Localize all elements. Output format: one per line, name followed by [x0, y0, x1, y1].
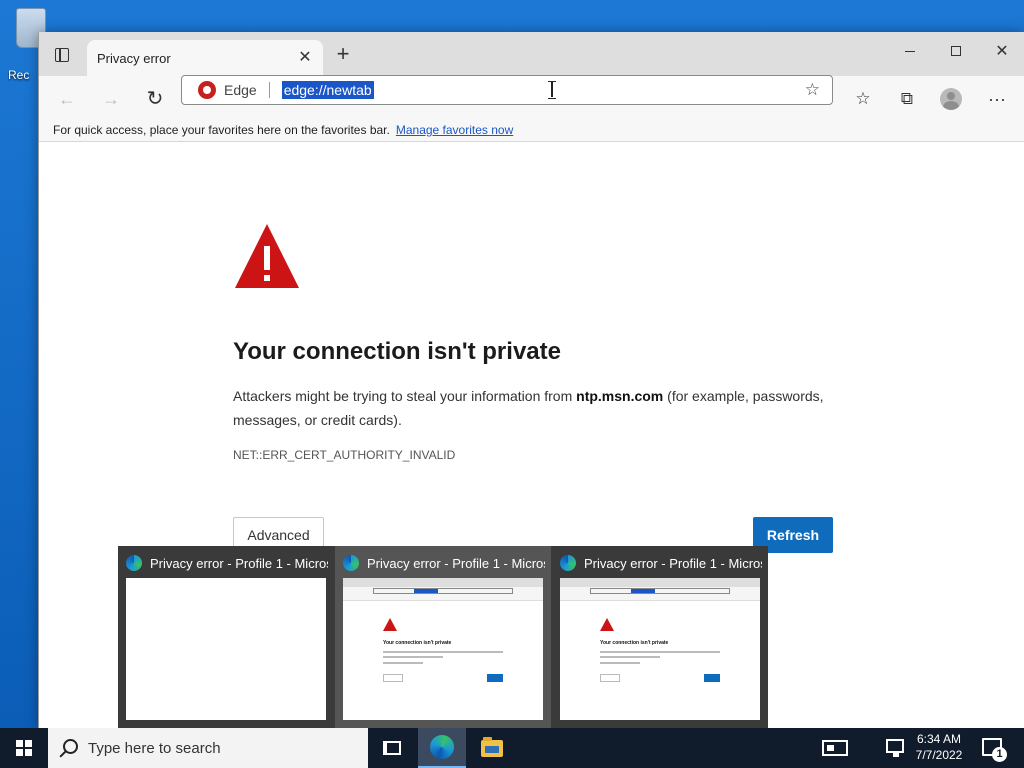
- edge-icon: [126, 555, 142, 571]
- favorites-bar: For quick access, place your favorites h…: [39, 120, 1024, 142]
- edge-logo-icon: [198, 81, 216, 99]
- edge-icon: [560, 555, 576, 571]
- clock-time: 6:34 AM: [916, 732, 962, 746]
- profile-icon[interactable]: [939, 87, 963, 111]
- thumbnail-page-title: Your connection isn't private: [383, 640, 452, 646]
- recycle-bin-label: Rec: [8, 68, 30, 82]
- window-close-icon[interactable]: ✕: [980, 38, 1024, 64]
- manage-favorites-link[interactable]: Manage favorites now: [396, 123, 513, 137]
- taskbar-search[interactable]: Type here to search: [48, 728, 368, 768]
- file-explorer-icon: [481, 736, 503, 757]
- address-separator: [268, 82, 270, 98]
- thumbnail-header: Privacy error - Profile 1 - Micros...: [560, 554, 762, 572]
- refresh-icon[interactable]: ↻: [141, 85, 169, 113]
- warning-icon: [600, 618, 614, 631]
- close-icon[interactable]: ✕: [295, 48, 315, 68]
- title-bar: Privacy error ✕ + ✕: [39, 32, 1024, 76]
- favorites-bar-message: For quick access, place your favorites h…: [53, 123, 390, 137]
- favorites-icon[interactable]: ☆: [851, 87, 875, 111]
- thumbnail-window-2[interactable]: Privacy error - Profile 1 - Micros... Yo…: [335, 546, 551, 728]
- clock[interactable]: 6:34 AM 7/7/2022: [908, 731, 970, 763]
- forward-arrow-icon[interactable]: →: [97, 85, 125, 113]
- file-explorer-button[interactable]: [468, 728, 516, 768]
- plus-icon[interactable]: +: [331, 42, 355, 66]
- url-text[interactable]: edge://newtab: [281, 81, 374, 99]
- news-icon[interactable]: [822, 740, 848, 756]
- thumbnail-window-3[interactable]: Privacy error - Profile 1 - Micros... Yo…: [552, 546, 768, 728]
- thumbnail-preview: [126, 578, 326, 720]
- error-host: ntp.msn.com: [576, 388, 664, 404]
- thumbnail-page-title: Your connection isn't private: [600, 640, 669, 646]
- start-button[interactable]: [0, 728, 48, 768]
- clock-date: 7/7/2022: [915, 748, 963, 762]
- thumbnail-window-1[interactable]: Privacy error - Profile 1 - Micros...: [118, 546, 334, 728]
- task-view-button[interactable]: [368, 728, 416, 768]
- tab-title: Privacy error: [97, 50, 171, 66]
- back-arrow-icon[interactable]: ←: [53, 85, 81, 113]
- thumbnail-title: Privacy error - Profile 1 - Micros...: [584, 555, 762, 571]
- search-placeholder: Type here to search: [88, 739, 221, 757]
- error-title: Your connection isn't private: [233, 338, 561, 365]
- text-cursor: [548, 81, 556, 99]
- taskbar: Type here to search 6:34 AM 7/7/2022 1: [0, 728, 1024, 768]
- warning-icon: [235, 224, 299, 288]
- favorite-add-icon[interactable]: ☆: [805, 80, 820, 100]
- thumbnail-preview: Your connection isn't private: [343, 578, 543, 720]
- address-bar[interactable]: Edge edge://newtab ☆: [181, 75, 833, 105]
- notification-badge: 1: [992, 747, 1007, 762]
- thumbnail-preview: Your connection isn't private: [560, 578, 760, 720]
- thumbnail-header: Privacy error - Profile 1 - Micros...: [343, 554, 545, 572]
- browser-tab[interactable]: Privacy error ✕: [87, 40, 323, 76]
- collections-icon[interactable]: ⧉: [895, 87, 919, 111]
- error-desc-prefix: Attackers might be trying to steal your …: [233, 388, 577, 404]
- warning-icon: [383, 618, 397, 631]
- edge-taskbar-button[interactable]: [418, 728, 466, 768]
- network-icon[interactable]: [886, 739, 904, 757]
- more-menu-icon[interactable]: ···: [985, 87, 1009, 111]
- tab-actions-icon[interactable]: [51, 44, 73, 66]
- site-identity-label: Edge: [224, 82, 257, 98]
- thumbnail-title: Privacy error - Profile 1 - Micros...: [367, 555, 545, 571]
- search-icon: [48, 728, 88, 768]
- error-description: Attackers might be trying to steal your …: [233, 384, 853, 432]
- maximize-icon[interactable]: [934, 38, 978, 64]
- minimize-icon[interactable]: [888, 38, 932, 64]
- edge-icon: [343, 555, 359, 571]
- windows-logo-icon: [16, 740, 32, 756]
- edge-icon: [430, 735, 454, 759]
- error-code[interactable]: NET::ERR_CERT_AUTHORITY_INVALID: [233, 448, 455, 462]
- thumbnail-title: Privacy error - Profile 1 - Micros...: [150, 555, 328, 571]
- task-view-icon: [383, 741, 401, 755]
- thumbnail-header: Privacy error - Profile 1 - Micros...: [126, 554, 328, 572]
- taskbar-thumbnails: Privacy error - Profile 1 - Micros... Pr…: [118, 546, 768, 728]
